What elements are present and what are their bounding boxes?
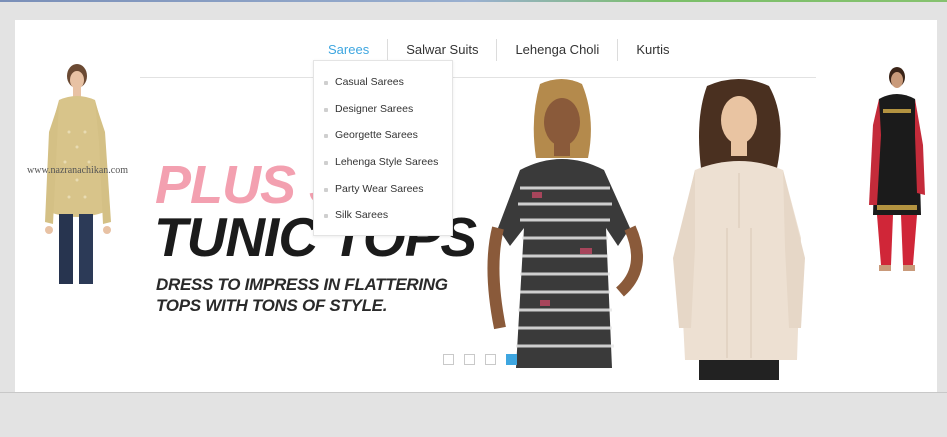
dropdown-item-party-wear-sarees[interactable]: Party Wear Sarees xyxy=(314,176,452,203)
dropdown-item-label: Designer Sarees xyxy=(335,102,414,115)
dropdown-item-label: Lehenga Style Sarees xyxy=(335,156,439,169)
bullet-icon xyxy=(324,107,328,112)
dropdown-item-label: Party Wear Sarees xyxy=(335,182,424,195)
dropdown-item-label: Silk Sarees xyxy=(335,209,389,222)
banner-subline-1: DRESS TO IMPRESS IN FLATTERING xyxy=(156,275,448,294)
bullet-icon xyxy=(324,214,328,219)
dropdown-item-designer-sarees[interactable]: Designer Sarees xyxy=(314,96,452,123)
slider-pagination xyxy=(443,354,517,365)
nav-item-salwar-suits[interactable]: Salwar Suits xyxy=(387,39,496,61)
dropdown-item-lehenga-style-sarees[interactable]: Lehenga Style Sarees xyxy=(314,149,452,176)
panel-bottom-edge xyxy=(0,392,947,393)
bullet-icon xyxy=(324,161,328,166)
category-nav: Sarees Salwar Suits Lehenga Choli Kurtis xyxy=(310,38,688,62)
bullet-icon xyxy=(324,134,328,139)
bullet-icon xyxy=(324,187,328,192)
dropdown-item-label: Casual Sarees xyxy=(335,76,404,88)
dropdown-item-label: Georgette Sarees xyxy=(335,129,418,142)
dropdown-item-casual-sarees[interactable]: Casual Sarees xyxy=(314,69,452,96)
dropdown-item-georgette-sarees[interactable]: Georgette Sarees xyxy=(314,122,452,149)
model-cream-top-image[interactable] xyxy=(665,78,815,380)
nav-divider xyxy=(140,77,816,78)
banner-subline: DRESS TO IMPRESS IN FLATTERING TOPS WITH… xyxy=(156,274,448,316)
slider-dot-4[interactable] xyxy=(506,354,517,365)
slider-dot-3[interactable] xyxy=(485,354,496,365)
top-accent-line xyxy=(0,0,947,2)
slider-dot-1[interactable] xyxy=(443,354,454,365)
slider-dot-2[interactable] xyxy=(464,354,475,365)
nav-item-kurtis[interactable]: Kurtis xyxy=(617,39,687,61)
dropdown-item-silk-sarees[interactable]: Silk Sarees xyxy=(314,202,452,229)
bullet-icon xyxy=(324,81,328,85)
nav-item-sarees[interactable]: Sarees xyxy=(310,39,387,61)
sarees-dropdown-menu: Casual Sarees Designer Sarees Georgette … xyxy=(313,60,453,236)
banner-subline-2: TOPS WITH TONS OF STYLE. xyxy=(156,296,388,315)
right-model-image[interactable] xyxy=(865,65,929,280)
watermark-text: www.nazranachikan.com xyxy=(27,165,128,176)
banner-panel: www.nazranachikan.com PLUS S TUNIC TOPS … xyxy=(15,20,937,392)
model-striped-top-image[interactable] xyxy=(470,78,665,380)
nav-item-lehenga-choli[interactable]: Lehenga Choli xyxy=(496,39,617,61)
